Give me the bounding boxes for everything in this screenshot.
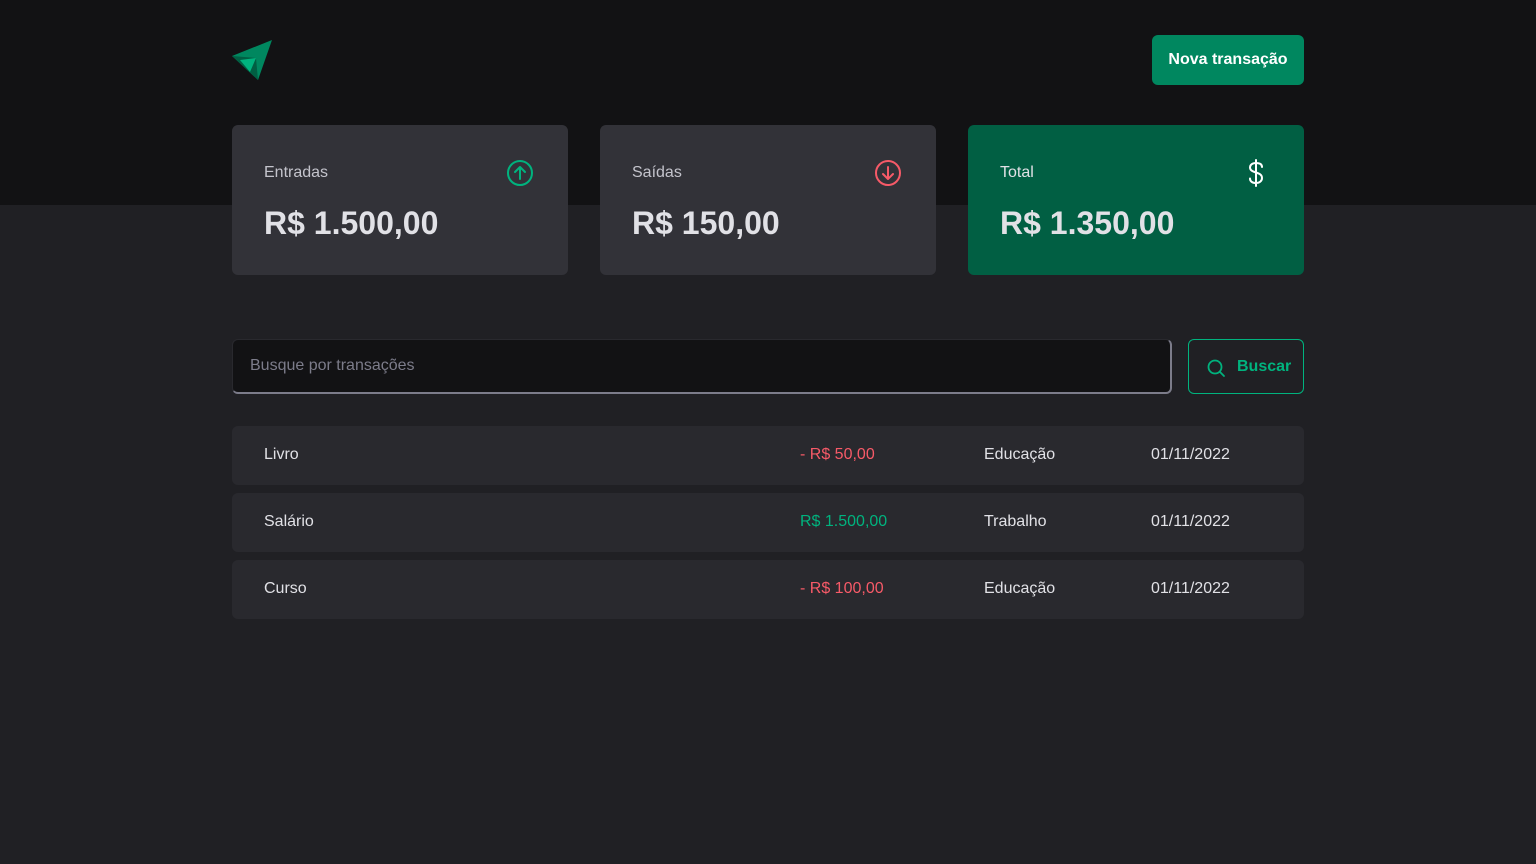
outcome-label: Saídas: [632, 164, 682, 181]
new-transaction-button[interactable]: Nova transação: [1152, 35, 1304, 85]
search-button[interactable]: Buscar: [1188, 339, 1304, 394]
search-input[interactable]: [232, 339, 1172, 394]
table-row: Salário R$ 1.500,00 Trabalho 01/11/2022: [232, 493, 1304, 552]
transaction-date: 01/11/2022: [1151, 446, 1230, 463]
transaction-description: Salário: [264, 513, 314, 530]
outcome-card: Saídas R$ 150,00: [600, 125, 936, 275]
table-row: Livro - R$ 50,00 Educação 01/11/2022: [232, 426, 1304, 485]
summary-cards: Entradas R$ 1.500,00 Saídas R$ 150,00 To…: [232, 125, 1304, 275]
transaction-date: 01/11/2022: [1151, 513, 1230, 530]
income-label: Entradas: [264, 164, 329, 181]
search-icon: [1207, 359, 1225, 377]
table-row: Curso - R$ 100,00 Educação 01/11/2022: [232, 560, 1304, 619]
transaction-description: Curso: [264, 580, 307, 597]
transaction-price: R$ 1.500,00: [800, 513, 888, 530]
total-label: Total: [1000, 164, 1034, 181]
total-value: R$ 1.350,00: [1000, 205, 1175, 241]
income-value: R$ 1.500,00: [264, 205, 439, 241]
search-form: Buscar: [232, 339, 1304, 394]
transaction-category: Educação: [984, 446, 1056, 463]
header: Nova transação: [232, 35, 1304, 85]
transaction-price: - R$ 50,00: [800, 446, 875, 463]
transaction-price: - R$ 100,00: [800, 580, 884, 597]
currency-dollar-icon: [1248, 159, 1264, 187]
total-card: Total R$ 1.350,00: [968, 125, 1304, 275]
arrow-circle-down-icon: [875, 160, 901, 186]
search-button-label: Buscar: [1237, 358, 1292, 375]
transaction-category: Educação: [984, 580, 1056, 597]
arrow-circle-up-icon: [507, 160, 533, 186]
transaction-date: 01/11/2022: [1151, 580, 1230, 597]
logo-icon: [232, 40, 272, 80]
outcome-value: R$ 150,00: [632, 205, 780, 241]
income-card: Entradas R$ 1.500,00: [232, 125, 568, 275]
transaction-description: Livro: [264, 446, 299, 463]
transaction-category: Trabalho: [984, 513, 1047, 530]
